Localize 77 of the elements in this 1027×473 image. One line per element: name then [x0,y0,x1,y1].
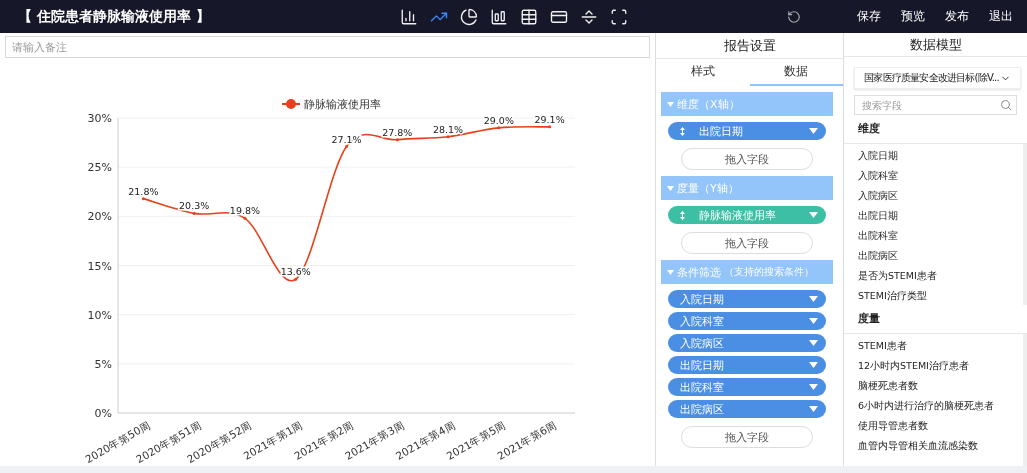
y-axis-label: 20% [87,210,112,224]
field-item[interactable]: 出院日期 [858,210,1009,224]
data-point [345,145,348,148]
field-item[interactable]: 脑梗死患者数 [858,379,1009,393]
remark-field[interactable]: 请输入备注 [5,36,650,58]
field-label: 出院病区 [680,401,725,417]
field-item[interactable]: 血管内导管相关血流感染数 [858,439,1009,453]
section-title: 维度（X轴） [677,96,740,112]
field-item[interactable]: 是否为STEMI患者 [858,270,1009,284]
field-item[interactable]: 12小时内STEMI治疗患者 [858,359,1009,373]
chart-legend: 静脉输液使用率 [281,98,381,111]
data-point [141,197,145,201]
field-item[interactable]: STEMI患者 [858,339,1009,353]
header-action[interactable]: 发布 [925,8,969,25]
y-axis-label: 5% [94,357,112,371]
search-field[interactable]: 搜索字段 [854,95,1017,116]
field-item[interactable]: STEMI治疗类型 [858,290,1009,304]
section-title: 度量（Y轴） [677,180,739,196]
field-item[interactable]: 入院科室 [858,170,1009,184]
section-note: （支持的搜索条件） [724,265,814,279]
data-point [192,211,196,215]
dropdown-icon [809,384,818,390]
y-axis-label: 30% [87,112,112,125]
header-action[interactable]: 保存 [837,8,881,25]
data-label: 28.1% [432,123,464,135]
field-label: 入院病区 [680,335,725,351]
y-axis-label: 15% [87,259,112,273]
dropdown-icon [809,406,818,412]
data-label: 21.8% [128,185,159,197]
field-item[interactable]: 6小时内进行治疗的脑梗死患者 [858,399,1009,413]
group-title: 度量 [844,304,1027,334]
report-title: 【 住院患者静脉输液使用率 】 [18,7,211,26]
dropdown-icon [809,212,818,218]
data-label: 27.8% [382,126,413,138]
data-point [294,277,298,281]
undo-icon[interactable] [787,9,801,24]
data-label: 20.3% [179,200,210,212]
data-label: 19.8% [229,205,261,217]
header-action[interactable]: 预览 [881,8,925,25]
field-item[interactable]: 出院科室 [858,230,1009,244]
legend-label: 静脉输液使用率 [304,98,381,111]
field-label: 静脉输液使用率 [698,207,777,223]
field-label: 出院日期 [698,123,744,139]
group-title: 维度 [844,115,1027,145]
section-title: 条件筛选 [677,264,721,280]
search-icon [1000,99,1012,112]
y-axis-label: 25% [87,161,112,175]
field-label: 出院日期 [680,357,725,373]
y-axis-label: 0% [94,407,112,420]
field-item[interactable]: 出院病区 [858,250,1009,264]
field-item[interactable]: 使用导管患者数 [858,419,1009,433]
field-item[interactable]: 入院日期 [858,150,1009,164]
dropdown-icon [809,128,818,134]
caret-icon [667,101,674,107]
dropdown-icon [809,296,818,302]
data-source-select[interactable]: 国家医疗质量安全改进目标(除V... [854,67,1021,90]
field-label: 出院科室 [680,379,725,395]
data-point [497,126,501,130]
data-label: 29.1% [534,113,565,125]
caret-icon [667,269,674,275]
data-point [446,135,450,139]
dropdown-icon [809,318,818,324]
data-label: 29.0% [483,114,514,126]
data-point [395,138,399,142]
field-item[interactable]: 入院病区 [858,190,1009,204]
caret-icon [667,185,674,191]
field-label: 入院科室 [680,313,725,329]
drop-zone[interactable]: 拖入字段 [681,148,813,170]
drop-zone[interactable]: 拖入字段 [681,426,813,448]
drop-zone[interactable]: 拖入字段 [681,232,813,254]
data-point [548,125,552,129]
y-axis-label: 10% [87,308,112,322]
dropdown-icon [809,362,818,368]
field-label: 入院日期 [680,291,725,307]
data-point [243,216,247,220]
dropdown-icon [809,340,818,346]
header-action[interactable]: 退出 [969,8,1013,25]
